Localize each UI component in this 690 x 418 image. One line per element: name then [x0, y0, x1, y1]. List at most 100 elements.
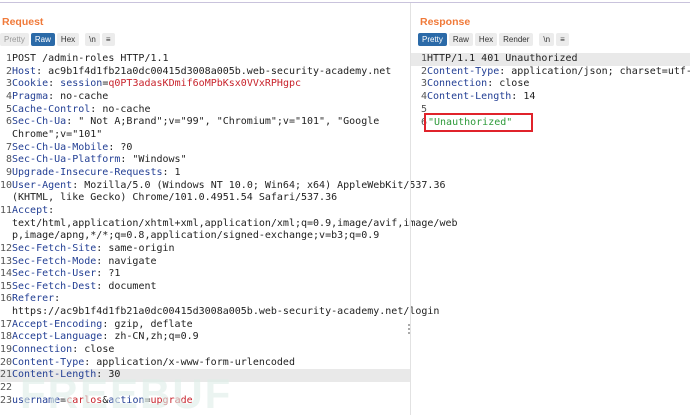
line-number: 7: [5, 141, 12, 153]
text: Chrome";v="101": [12, 128, 103, 140]
tab-newline[interactable]: \n: [539, 33, 555, 46]
text: : " Not A;Brand";v="99", "Chromium";v="1…: [66, 116, 380, 128]
text: : application/json; charset=utf-8: [499, 65, 690, 77]
text: text/html,application/xhtml+xml,applicat…: [12, 217, 458, 229]
text: : application/x-www-form-urlencoded: [84, 356, 295, 368]
line-number: 21: [0, 369, 13, 381]
tab-raw[interactable]: Raw: [30, 33, 55, 46]
resize-handle-icon[interactable]: [408, 324, 410, 334]
request-title: Request: [2, 16, 44, 28]
text: : no-cache: [90, 103, 151, 115]
tab-hex[interactable]: Hex: [474, 33, 498, 46]
code-line: 19Connection: close: [0, 344, 410, 357]
code-line: 7Sec-Ch-Ua-Mobile: ?0: [0, 142, 410, 155]
freebuf-watermark: FREEBUF: [20, 370, 233, 417]
header-name: Content-Type: [12, 356, 85, 368]
code-line: 6Sec-Ch-Ua: " Not A;Brand";v="99", "Chro…: [0, 116, 410, 129]
header-name: Sec-Ch-Ua: [12, 116, 67, 128]
header-name: Cache-Control: [12, 103, 91, 115]
line-number: 2: [420, 65, 427, 77]
line-number: 5: [5, 103, 12, 115]
code-line: 4Pragma: no-cache: [0, 91, 410, 104]
code-line: 16Referer:: [0, 293, 410, 306]
text: : navigate: [96, 255, 157, 267]
tab-hex[interactable]: Hex: [56, 33, 80, 46]
line-number: 1: [420, 53, 427, 64]
text: : close: [487, 78, 530, 90]
header-name: User-Agent: [12, 179, 73, 191]
header-name: session: [60, 78, 103, 90]
code-line: 9Upgrade-Insecure-Requests: 1: [0, 167, 410, 180]
line-number: 17: [0, 318, 13, 330]
highlight-box: "Unauthorized": [423, 113, 534, 133]
header-name: Connection: [12, 344, 73, 356]
response-panel: Response Pretty Raw Hex Render \n ≡ 1HTTP/1.1…: [411, 3, 690, 415]
line-number: 10: [0, 179, 13, 191]
line-number: 8: [5, 154, 12, 166]
header-name: Sec-Fetch-Site: [12, 242, 97, 254]
tab-raw[interactable]: Raw: [448, 33, 473, 46]
text: : gzip, deflate: [102, 318, 193, 330]
code-line: 5: [411, 104, 690, 117]
param-value: q0PT3adasKDmif6oMPbKsx0VVxRPHgpc: [108, 78, 302, 90]
text: : 14: [511, 90, 536, 102]
code-line: 20Content-Type: application/x-www-form-u…: [0, 357, 410, 370]
header-name: Connection: [427, 78, 488, 90]
text: : ?1: [96, 268, 121, 280]
line-number: 2: [5, 65, 12, 77]
code-line: 5Cache-Control: no-cache: [0, 104, 410, 117]
line-number: 22: [0, 382, 13, 394]
header-name: Content-Type: [427, 65, 500, 77]
header-name: Cookie: [12, 78, 49, 90]
text: POST /admin-roles HTTP/1.1: [12, 53, 169, 64]
line-number: 3: [5, 78, 12, 90]
code-line: 6"Unauthorized": [411, 113, 690, 133]
header-name: Sec-Fetch-Mode: [12, 255, 97, 267]
text: p,image/apng,*/*;q=0.8,application/signe…: [12, 230, 380, 242]
line-number: 15: [0, 280, 13, 292]
text: : zh-CN,zh;q=0.9: [102, 331, 199, 343]
code-line: 4Content-Length: 14: [411, 91, 690, 104]
line-number: 20: [0, 356, 13, 368]
request-view-tabs: Pretty Raw Hex \n ≡: [0, 33, 115, 46]
text: HTTP/1.1 401 Unauthorized: [427, 53, 578, 64]
response-title: Response: [420, 16, 471, 28]
text: : ac9b1f4d1fb21a0dc00415d3008a005b.web-s…: [36, 65, 392, 77]
text: (KHTML, like Gecko) Chrome/101.0.4951.54…: [12, 192, 338, 204]
header-name: Accept-Encoding: [12, 318, 103, 330]
line-number: 5: [420, 103, 427, 115]
line-number: 19: [0, 344, 13, 356]
tab-menu[interactable]: ≡: [556, 33, 569, 46]
line-number: 12: [0, 242, 13, 254]
text: : Mozilla/5.0 (Windows NT 10.0; Win64; x…: [72, 179, 446, 191]
response-view-tabs: Pretty Raw Hex Render \n ≡: [418, 33, 569, 46]
tab-pretty[interactable]: Pretty: [0, 33, 29, 46]
header-name: Referer: [12, 293, 55, 305]
text: : ?0: [108, 141, 133, 153]
header-name: Content-Length: [427, 90, 512, 102]
code-line: 12Sec-Fetch-Site: same-origin: [0, 243, 410, 256]
text: : "Windows": [120, 154, 187, 166]
line-number: 13: [0, 255, 13, 267]
code-line: 1HTTP/1.1 401 Unauthorized: [411, 53, 690, 66]
text: : 1: [162, 166, 181, 178]
line-number: 6: [420, 117, 427, 129]
code-line: 2Host: ac9b1f4d1fb21a0dc00415d3008a005b.…: [0, 66, 410, 79]
line-number: 3: [420, 78, 427, 90]
text: : close: [72, 344, 115, 356]
code-line: (KHTML, like Gecko) Chrome/101.0.4951.54…: [0, 192, 410, 205]
request-panel: Request Pretty Raw Hex \n ≡ 1POST /admin-rol…: [0, 3, 458, 415]
request-editor[interactable]: 1POST /admin-roles HTTP/1.1 2Host: ac9b1f…: [0, 53, 458, 407]
text: : document: [96, 280, 157, 292]
header-name: Accept: [12, 204, 49, 216]
text: :: [48, 78, 61, 90]
header-name: Host: [12, 65, 37, 77]
tab-newline[interactable]: \n: [85, 33, 100, 46]
tab-pretty[interactable]: Pretty: [418, 33, 447, 46]
response-editor[interactable]: 1HTTP/1.1 401 Unauthorized 2Content-Type:…: [411, 53, 690, 133]
code-line: 13Sec-Fetch-Mode: navigate: [0, 256, 410, 269]
text: :: [48, 204, 55, 216]
tab-render[interactable]: Render: [499, 33, 534, 46]
code-line: 10User-Agent: Mozilla/5.0 (Windows NT 10…: [0, 179, 446, 193]
tab-menu[interactable]: ≡: [101, 33, 115, 46]
